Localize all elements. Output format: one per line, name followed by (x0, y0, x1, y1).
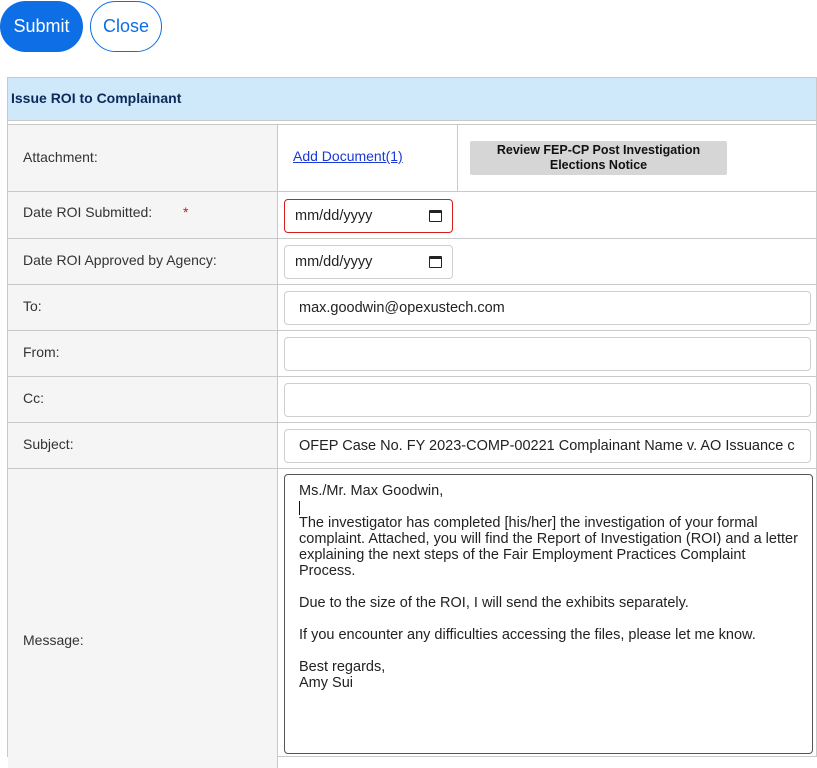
message-greeting: Ms./Mr. Max Goodwin, (299, 483, 444, 499)
to-label: To: (23, 298, 42, 314)
subject-row: Subject: OFEP Case No. FY 2023-COMP-0022… (8, 422, 816, 468)
cc-input[interactable] (284, 383, 811, 417)
cc-row: Cc: (8, 376, 816, 422)
message-closing: Best regards, (299, 659, 386, 675)
divider (457, 125, 458, 191)
message-paragraph-2: Due to the size of the ROI, I will send … (299, 595, 689, 611)
message-paragraph-1: The investigator has completed [his/her]… (299, 515, 798, 579)
issue-roi-panel: Issue ROI to Complainant Attachment: Add… (7, 77, 817, 768)
submit-button[interactable]: Submit (0, 1, 83, 52)
date-approved-row: Date ROI Approved by Agency: mm/dd/yyyy (8, 238, 816, 284)
date-submitted-input[interactable]: mm/dd/yyyy (284, 199, 453, 233)
attachment-label: Attachment: (23, 149, 98, 165)
date-submitted-value: mm/dd/yyyy (295, 208, 373, 224)
message-paragraph-3: If you encounter any difficulties access… (299, 627, 756, 643)
review-notice-button[interactable]: Review FEP-CP Post Investigation Electio… (470, 141, 727, 175)
close-button[interactable]: Close (90, 1, 162, 52)
cc-label: Cc: (23, 390, 44, 406)
from-label: From: (23, 344, 60, 360)
message-label: Message: (23, 632, 84, 648)
message-signature: Amy Sui (299, 675, 353, 691)
date-submitted-row: Date ROI Submitted: * mm/dd/yyyy (8, 191, 816, 238)
subject-label: Subject: (23, 436, 74, 452)
date-approved-label: Date ROI Approved by Agency: (23, 252, 217, 268)
message-textarea[interactable]: Ms./Mr. Max Goodwin, The investigator ha… (284, 474, 813, 754)
attachment-row: Attachment: Add Document(1) Review FEP-C… (8, 124, 816, 191)
message-row: Message: Ms./Mr. Max Goodwin, The invest… (8, 468, 816, 768)
text-cursor (299, 501, 300, 515)
from-row: From: (8, 330, 816, 376)
required-marker: * (183, 204, 189, 220)
date-approved-input[interactable]: mm/dd/yyyy (284, 245, 453, 279)
panel-title: Issue ROI to Complainant (8, 78, 816, 121)
subject-input[interactable]: OFEP Case No. FY 2023-COMP-00221 Complai… (284, 429, 811, 463)
to-input[interactable]: max.goodwin@opexustech.com (284, 291, 811, 325)
date-submitted-label: Date ROI Submitted: (23, 204, 153, 220)
calendar-icon[interactable] (429, 210, 442, 222)
to-row: To: max.goodwin@opexustech.com (8, 284, 816, 330)
date-approved-value: mm/dd/yyyy (295, 254, 373, 270)
calendar-icon[interactable] (429, 256, 442, 268)
from-input[interactable] (284, 337, 811, 371)
add-document-link[interactable]: Add Document(1) (293, 148, 403, 164)
